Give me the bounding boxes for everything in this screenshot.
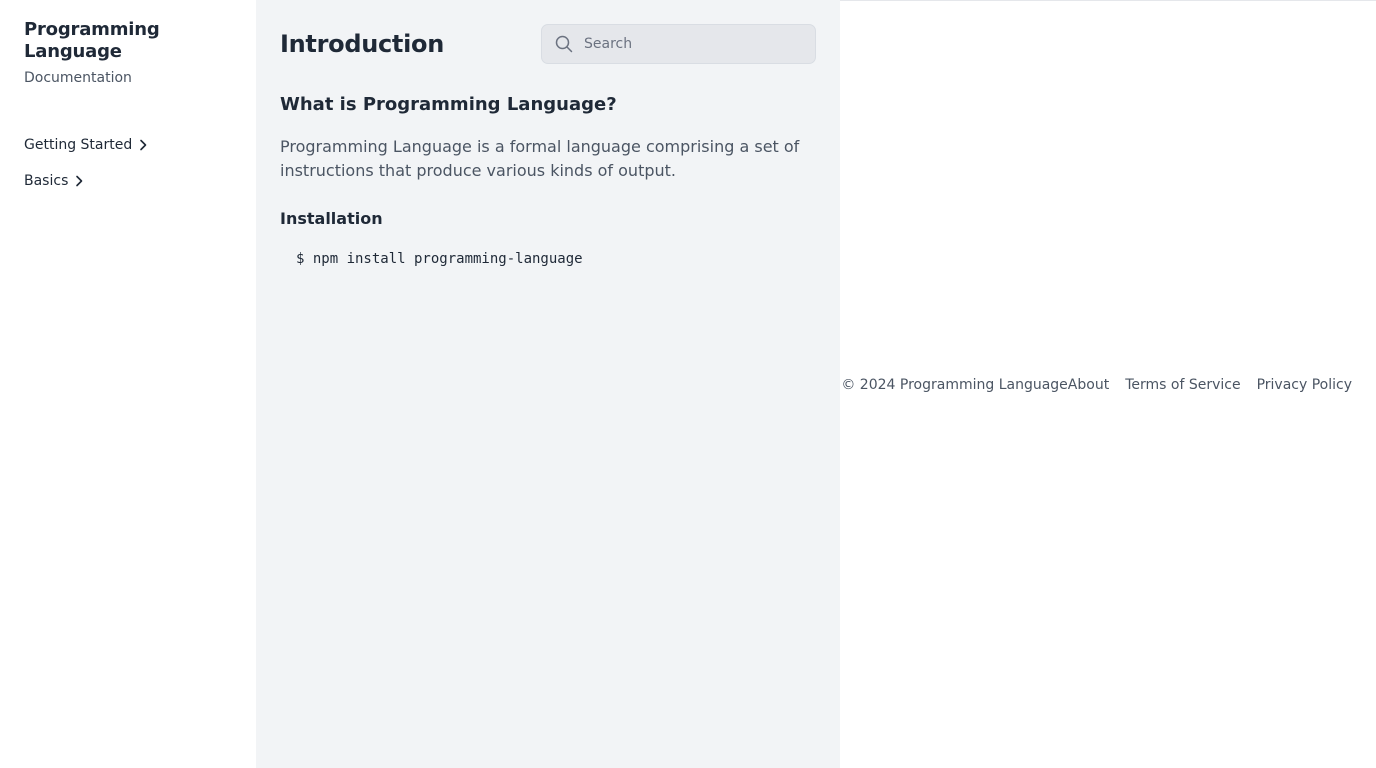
main-header: Introduction (280, 24, 816, 64)
brand-title[interactable]: Programming Language (24, 19, 232, 63)
section-heading: What is Programming Language? (280, 94, 617, 115)
chevron-right-icon (72, 174, 86, 188)
search-box[interactable] (541, 24, 816, 64)
search-input[interactable] (584, 36, 804, 52)
install-command-code: $ npm install programming-language (296, 251, 583, 267)
intro-paragraph: Programming Language is a formal languag… (280, 137, 800, 180)
main-content: Introduction What is Programming Languag… (256, 0, 840, 768)
installation-heading: Installation (280, 209, 383, 228)
search-icon (554, 34, 574, 54)
sidebar-item-getting-started[interactable]: Getting Started (24, 127, 232, 163)
footer-link-terms[interactable]: Terms of Service (1125, 375, 1240, 395)
chevron-right-icon (136, 138, 150, 152)
footer-copyright: © 2024 Programming Language (841, 377, 1068, 393)
right-pane: © 2024 Programming Language About Terms … (840, 0, 1376, 768)
app-root: Programming Language Documentation Getti… (0, 0, 1376, 768)
sidebar: Programming Language Documentation Getti… (0, 0, 256, 768)
brand-subtitle: Documentation (24, 70, 132, 86)
footer: © 2024 Programming Language About Terms … (841, 375, 1352, 395)
sidebar-nav: Getting Started Basics (24, 127, 232, 199)
sidebar-item-label: Getting Started (24, 137, 133, 153)
sidebar-item-label: Basics (24, 173, 69, 189)
footer-link-privacy[interactable]: Privacy Policy (1257, 375, 1352, 395)
page-title: Introduction (280, 30, 444, 58)
sidebar-item-basics[interactable]: Basics (24, 163, 232, 199)
footer-link-about[interactable]: About (1068, 375, 1109, 395)
